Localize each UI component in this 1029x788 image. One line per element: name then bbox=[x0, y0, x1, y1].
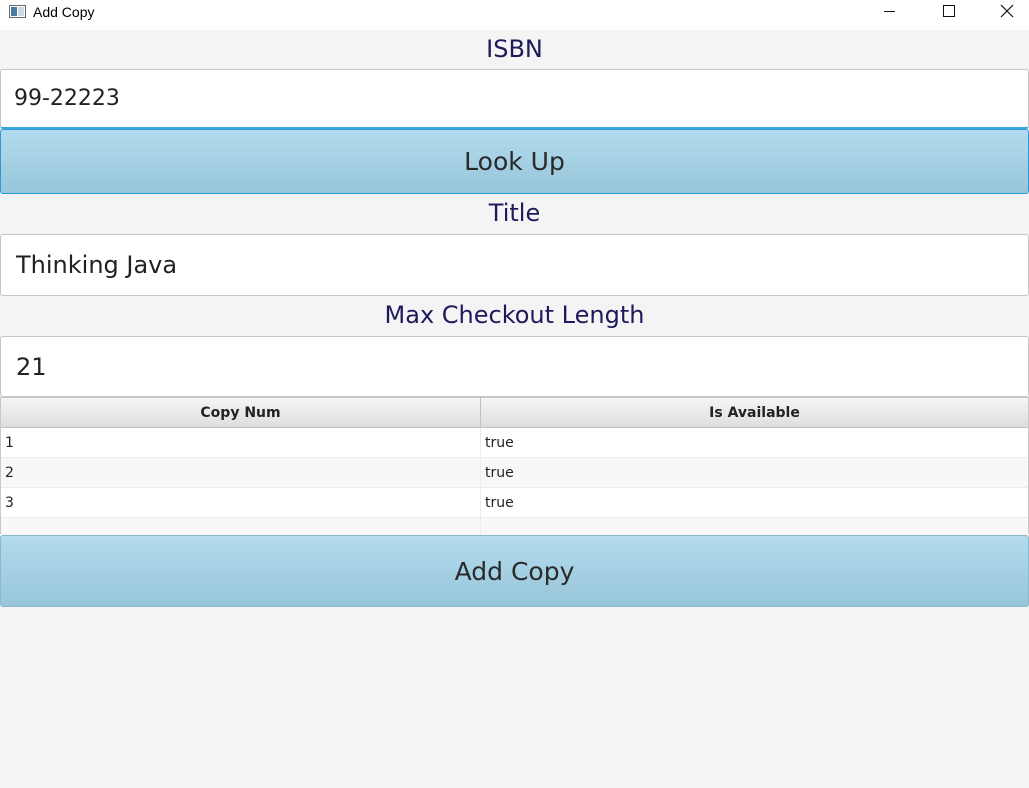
column-header-is-available[interactable]: Is Available bbox=[481, 398, 1028, 428]
lookup-button[interactable]: Look Up bbox=[0, 129, 1029, 194]
maximize-icon bbox=[943, 5, 955, 17]
table-row[interactable]: 3 true bbox=[1, 488, 1028, 518]
cell-copy-num: 3 bbox=[1, 488, 481, 518]
cell-copy-num: 1 bbox=[1, 428, 481, 458]
table-row-empty bbox=[1, 518, 1028, 534]
app-window-icon bbox=[9, 5, 26, 18]
title-label: Title bbox=[488, 199, 541, 227]
title-field[interactable]: Thinking Java bbox=[0, 234, 1029, 296]
copies-table[interactable]: Copy Num Is Available 1 true 2 true 3 tr… bbox=[0, 397, 1029, 534]
minimize-button[interactable] bbox=[866, 0, 912, 30]
table-row[interactable]: 2 true bbox=[1, 458, 1028, 488]
table-row[interactable]: 1 true bbox=[1, 428, 1028, 458]
max-checkout-label: Max Checkout Length bbox=[384, 301, 645, 329]
max-checkout-field[interactable]: 21 bbox=[0, 336, 1029, 397]
close-button[interactable] bbox=[983, 0, 1029, 30]
table-header: Copy Num Is Available bbox=[1, 398, 1028, 428]
add-copy-button[interactable]: Add Copy bbox=[0, 535, 1029, 607]
cell-copy-num: 2 bbox=[1, 458, 481, 488]
column-header-copy-num[interactable]: Copy Num bbox=[1, 398, 481, 428]
isbn-input[interactable]: 99-22223 bbox=[0, 69, 1029, 129]
minimize-icon bbox=[884, 11, 895, 12]
window-title: Add Copy bbox=[33, 4, 95, 20]
maximize-button[interactable] bbox=[926, 0, 972, 30]
window-titlebar: Add Copy bbox=[0, 0, 1029, 30]
isbn-label: ISBN bbox=[486, 35, 543, 63]
cell-is-available: true bbox=[485, 435, 514, 451]
cell-is-available: true bbox=[485, 495, 514, 511]
cell-is-available: true bbox=[485, 465, 514, 481]
close-icon bbox=[1000, 4, 1014, 18]
empty-cell bbox=[1, 518, 481, 534]
